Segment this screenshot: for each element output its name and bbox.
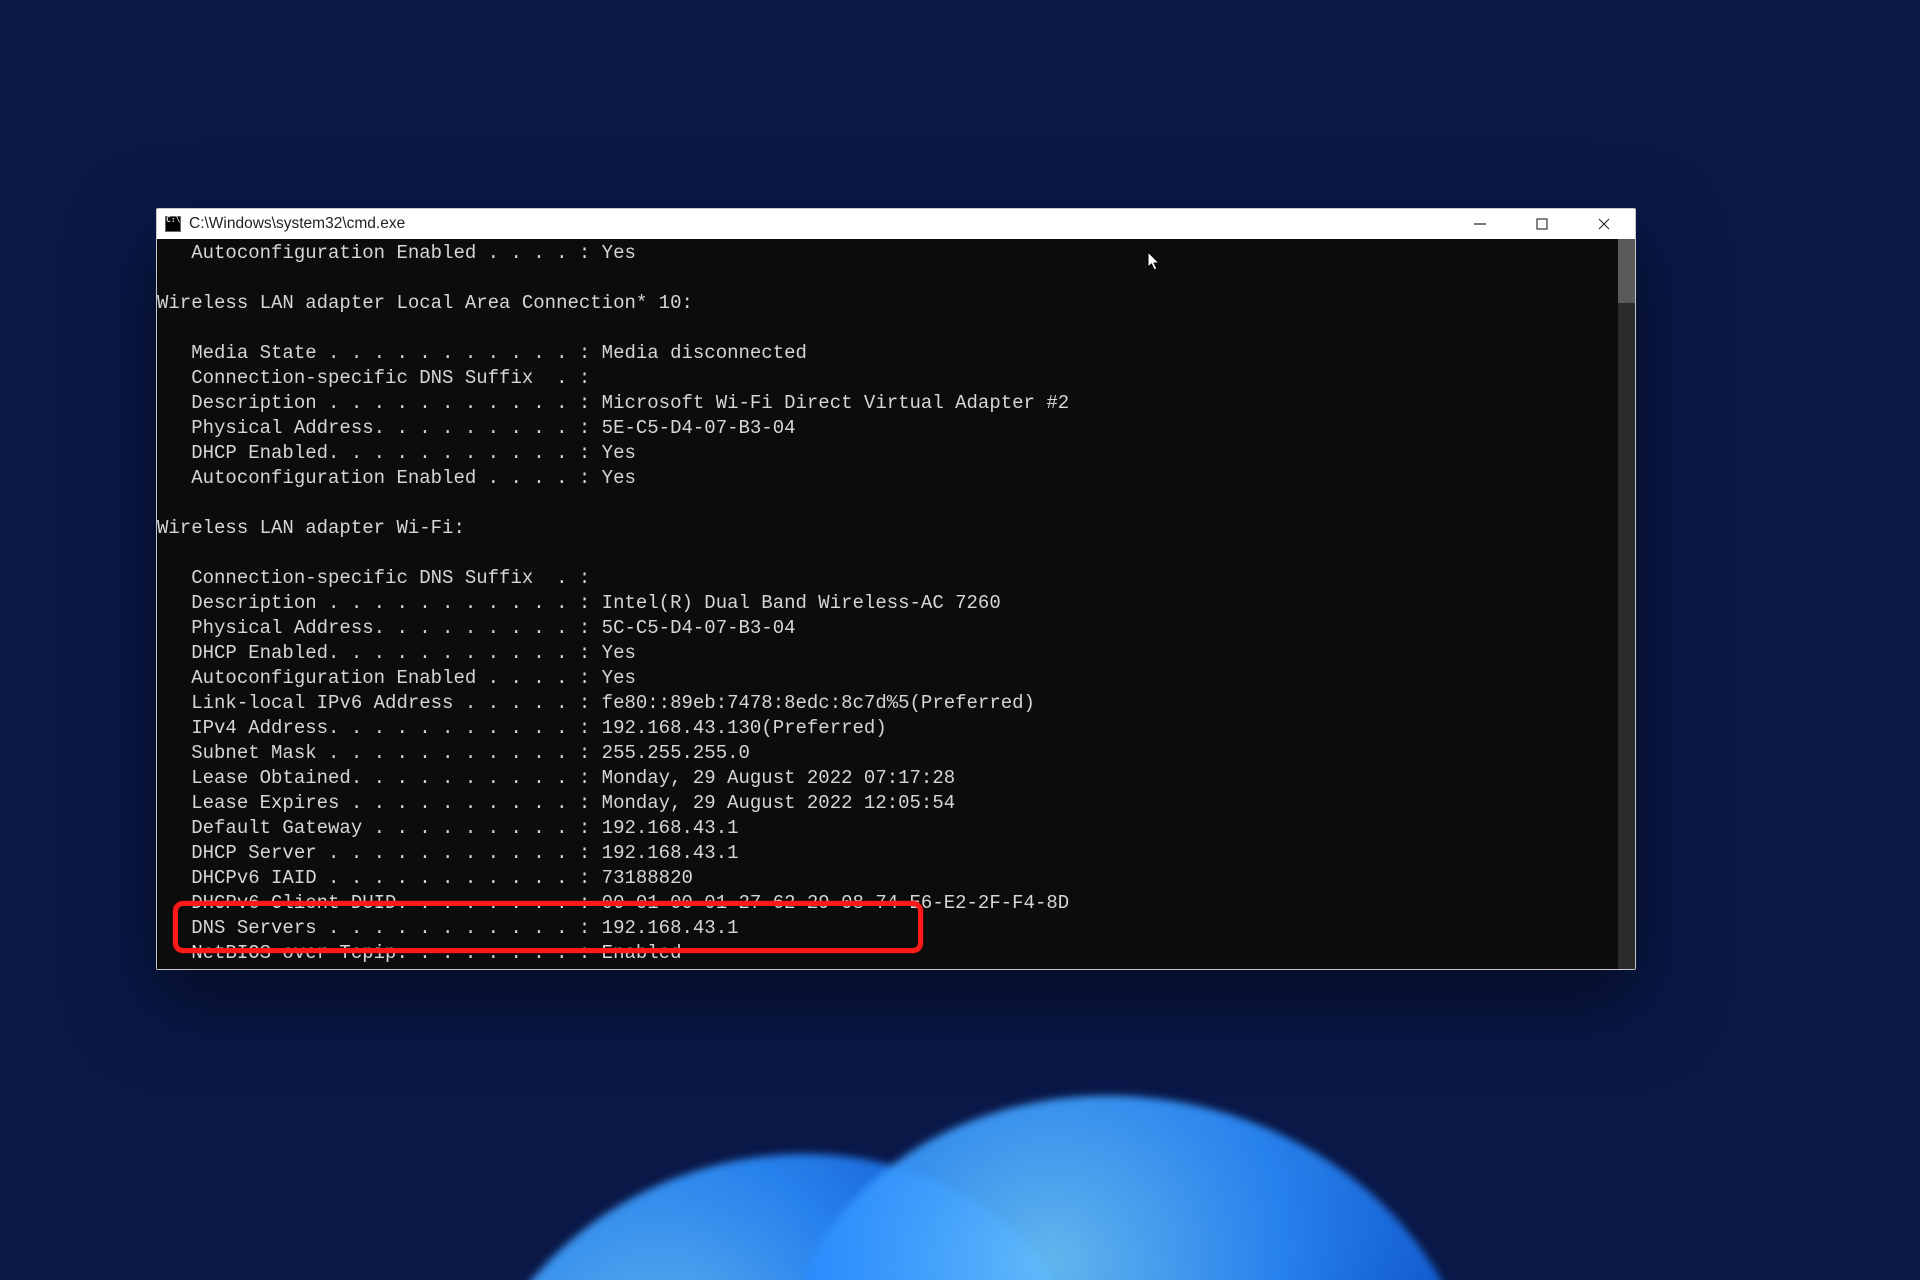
window-control-buttons (1449, 209, 1635, 239)
close-button[interactable] (1573, 209, 1635, 239)
minimize-button[interactable] (1449, 209, 1511, 239)
cmd-window: C:\. C:\Windows\system32\cmd.exe Autocon… (156, 208, 1636, 970)
minimize-icon (1474, 223, 1486, 225)
cmd-icon: C:\. (165, 216, 181, 232)
window-title: C:\Windows\system32\cmd.exe (189, 215, 1449, 233)
desktop-background: C:\. C:\Windows\system32\cmd.exe Autocon… (0, 0, 1920, 1280)
window-titlebar[interactable]: C:\. C:\Windows\system32\cmd.exe (157, 209, 1635, 239)
vertical-scrollbar-track[interactable] (1618, 239, 1635, 969)
maximize-button[interactable] (1511, 209, 1573, 239)
terminal-output[interactable]: Autoconfiguration Enabled . . . . : Yes … (157, 239, 1635, 969)
cmd-icon-label: C:\. (166, 215, 185, 225)
close-icon (1598, 218, 1610, 230)
wallpaper-bloom (160, 1038, 1760, 1280)
vertical-scrollbar-thumb[interactable] (1618, 239, 1635, 303)
maximize-icon (1536, 218, 1548, 230)
terminal-client-area: Autoconfiguration Enabled . . . . : Yes … (157, 239, 1635, 969)
